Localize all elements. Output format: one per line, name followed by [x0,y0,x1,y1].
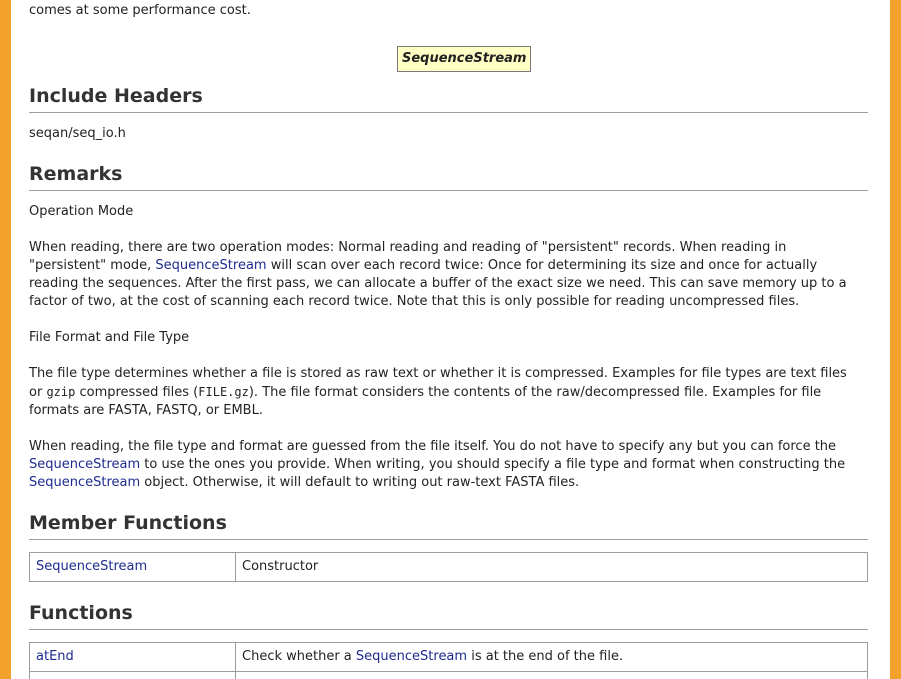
text-span: object. Otherwise, it will default to wr… [140,475,580,490]
intro-text: comes at some performance cost. [29,3,251,18]
text-span: to use the ones you provide. When writin… [140,457,846,472]
sequencestream-constructor-link[interactable]: SequenceStream [36,559,147,574]
table-row: atEnd Check whether a SequenceStream is … [29,642,868,672]
sequencestream-link[interactable]: SequenceStream [356,649,467,664]
table-row [29,671,868,679]
atend-link[interactable]: atEnd [36,649,74,664]
function-name-cell: atEnd [29,642,236,672]
file-format-title: File Format and File Type [29,330,190,345]
file-type-paragraph: The file type determines whether a file … [29,365,864,420]
functions-heading: Functions [29,601,868,630]
sequencestream-link[interactable]: SequenceStream [155,258,266,273]
member-functions-heading: Member Functions [29,511,868,540]
function-desc-cell [235,671,868,679]
text-span: compressed files ( [75,385,199,400]
guess-format-paragraph: When reading, the file type and format a… [29,438,864,492]
functions-table: atEnd Check whether a SequenceStream is … [29,642,868,679]
function-name-cell [29,671,236,679]
include-headers-heading: Include Headers [29,84,868,113]
operation-mode-title: Operation Mode [29,204,134,219]
sequencestream-link[interactable]: SequenceStream [29,475,140,490]
function-desc-cell: Check whether a SequenceStream is at the… [235,642,868,672]
operation-mode-paragraph: When reading, there are two operation mo… [29,239,864,311]
remarks-heading: Remarks [29,162,868,191]
text-span: is at the end of the file. [467,649,624,664]
sequencestream-link[interactable]: SequenceStream [29,457,140,472]
member-name-cell: SequenceStream [29,552,236,582]
text-span: Check whether a [242,649,356,664]
text-span: When reading, the file type and format a… [29,439,837,454]
member-functions-table: SequenceStream Constructor [29,552,868,582]
table-row: SequenceStream Constructor [29,552,868,582]
file-gz-code: FILE.gz [198,385,249,399]
member-desc-cell: Constructor [235,552,868,582]
class-diagram-box[interactable]: SequenceStream [397,46,532,72]
gzip-code: gzip [46,385,76,399]
include-header-file: seqan/seq_io.h [29,126,126,141]
doc-page: comes at some performance cost. Sequence… [11,0,890,679]
